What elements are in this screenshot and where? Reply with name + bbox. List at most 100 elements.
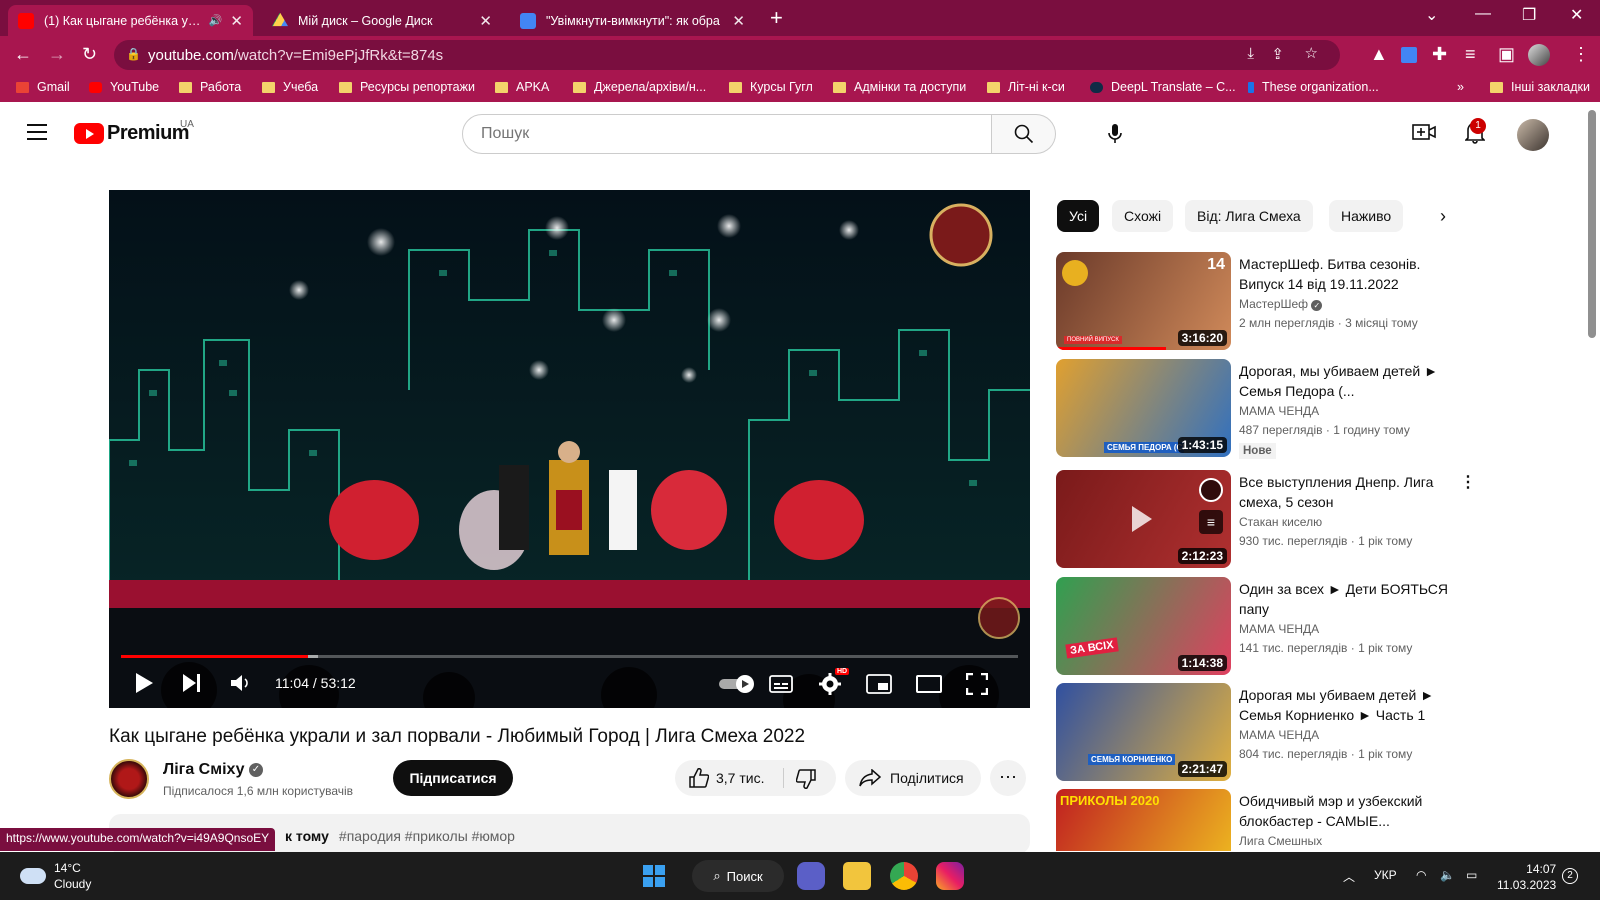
bookmark-folder-work[interactable]: Работа	[179, 80, 241, 94]
recommendation-channel[interactable]: МАМА ЧЕНДА	[1239, 404, 1319, 418]
recommendation-title[interactable]: Дорогая мы убиваем детей ► Семья Корниен…	[1239, 685, 1457, 725]
speaker-icon[interactable]: 🔊	[209, 14, 223, 27]
video-thumbnail[interactable]: СЕМЬЯ ПЕДОРА (СЕМЕНЧЕНК 1:43:15	[1056, 359, 1231, 457]
chevron-right-icon[interactable]: ›	[1440, 206, 1446, 227]
bookmark-deepl[interactable]: DeepL Translate – С...	[1090, 80, 1236, 94]
close-tab-icon[interactable]: ✕	[230, 12, 243, 30]
close-tab-icon[interactable]: ✕	[732, 12, 745, 30]
like-count[interactable]: 3,7 тис.	[716, 770, 764, 786]
more-options-kebab-icon[interactable]: ⋮	[1460, 472, 1476, 492]
like-thumb-icon[interactable]	[689, 768, 709, 788]
bookmark-other[interactable]: Інші закладки	[1490, 80, 1590, 94]
chip-all[interactable]: Усі	[1057, 200, 1100, 232]
recommendation-channel[interactable]: Лига Смешных	[1239, 834, 1322, 848]
recommendation-title[interactable]: Один за всех ► Дети БОЯТЬСЯ папу	[1239, 579, 1457, 619]
bookmark-folder-study[interactable]: Учеба	[262, 80, 318, 94]
taskbar-search[interactable]: ⌕ Поиск	[692, 860, 784, 892]
new-tab-button[interactable]: +	[770, 5, 783, 31]
bookmark-star-icon[interactable]: ☆	[1305, 44, 1318, 62]
youtube-premium-logo[interactable]: Premium UA	[74, 119, 194, 145]
settings-gear-icon[interactable]	[818, 672, 842, 696]
tab-google-drive[interactable]: Мій диск – Google Диск ✕	[262, 5, 502, 36]
wifi-icon[interactable]: ◠	[1416, 868, 1426, 882]
dislike-thumb-icon[interactable]	[796, 769, 816, 789]
close-window-button[interactable]: ✕	[1570, 5, 1583, 25]
bookmark-folder-apka[interactable]: APKA	[495, 80, 549, 94]
video-player[interactable]: 11:04 / 53:12 HD	[109, 190, 1030, 708]
lock-icon[interactable]: 🔒	[126, 47, 141, 61]
add-to-queue-icon[interactable]: ≡	[1199, 510, 1223, 534]
windows-start-icon[interactable]	[640, 862, 668, 890]
minimize-button[interactable]: —	[1475, 5, 1491, 23]
bookmark-folder-sources[interactable]: Джерела/архіви/н...	[573, 80, 706, 94]
tab-search-chevron-icon[interactable]: ⌄	[1425, 5, 1438, 25]
video-thumbnail[interactable]: ПРИКОЛЫ 2020	[1056, 789, 1231, 851]
recommendation-channel[interactable]: Стакан киселю	[1239, 515, 1322, 529]
recommendation-title[interactable]: МастерШеф. Битва сезонів. Випуск 14 від …	[1239, 254, 1457, 294]
play-icon[interactable]	[134, 672, 154, 694]
recommendation-item[interactable]: ЗА ВСІХ 1:14:38 Один за всех ► Дети БОЯТ…	[1056, 577, 1566, 677]
volume-icon[interactable]	[230, 672, 250, 694]
chip-from-channel[interactable]: Від: Лига Смеха	[1185, 200, 1313, 232]
recommendation-channel[interactable]: МАМА ЧЕНДА	[1239, 622, 1319, 636]
bookmarks-overflow-button[interactable]: »	[1457, 80, 1464, 94]
url-bar[interactable]: 🔒 youtube.com/watch?v=Emi9ePjJfRk&t=874s…	[114, 40, 1340, 70]
chrome-menu-icon[interactable]: ⋮	[1572, 44, 1590, 65]
battery-icon[interactable]: ▭	[1466, 868, 1477, 882]
bookmark-folder-admin[interactable]: Адмінки та доступи	[833, 80, 966, 94]
subtitles-icon[interactable]	[769, 675, 793, 693]
video-thumbnail[interactable]: ≡ 2:12:23	[1056, 470, 1231, 568]
system-clock[interactable]: 14:07 11.03.2023	[1497, 861, 1556, 893]
next-video-icon[interactable]	[182, 672, 202, 694]
video-thumbnail[interactable]: СЕМЬЯ КОРНИЕНКО 2:21:47	[1056, 683, 1231, 781]
theater-mode-icon[interactable]	[916, 675, 942, 693]
video-thumbnail[interactable]: ЗА ВСІХ 1:14:38	[1056, 577, 1231, 675]
recommendation-channel[interactable]: МАМА ЧЕНДА	[1239, 728, 1319, 742]
chip-related[interactable]: Схожі	[1112, 200, 1174, 232]
bookmark-folder-summer[interactable]: Літ-ні к-си	[987, 80, 1065, 94]
page-scrollbar[interactable]	[1588, 110, 1596, 338]
video-thumbnail[interactable]: 14 ПОВНИЙ ВИПУСК 3:16:20	[1056, 252, 1231, 350]
file-explorer-icon[interactable]	[843, 862, 871, 890]
speaker-volume-icon[interactable]: 🔈	[1440, 868, 1455, 882]
share-button[interactable]: Поділитися	[845, 760, 981, 796]
notification-count-badge[interactable]: 2	[1562, 868, 1578, 884]
tab-youtube[interactable]: (1) Как цыгане ребёнка укра 🔊 ✕	[8, 5, 253, 36]
miniplayer-icon[interactable]	[866, 674, 892, 694]
recommendation-title[interactable]: Обидчивый мэр и узбекский блокбастер - С…	[1239, 791, 1457, 831]
forward-arrow-icon[interactable]: →	[48, 44, 66, 65]
instagram-icon[interactable]	[936, 862, 964, 890]
recommendation-title[interactable]: Все выступления Днепр. Лига смеха, 5 сез…	[1239, 472, 1457, 512]
menu-icon[interactable]	[27, 124, 47, 140]
install-app-icon[interactable]: ⤓	[1247, 45, 1254, 62]
bookmark-folder-google-courses[interactable]: Курсы Гугл	[729, 80, 813, 94]
recommendation-item[interactable]: ПРИКОЛЫ 2020 Обидчивый мэр и узбекский б…	[1056, 789, 1566, 851]
reading-list-icon[interactable]: ≡	[1465, 44, 1476, 65]
tab-google-docs[interactable]: "Увімкнути-вимкнути": як обра ✕	[510, 5, 755, 36]
description-tags[interactable]: #пародия #приколы #юмор	[339, 828, 515, 844]
bookmark-gmail[interactable]: Gmail	[16, 80, 70, 94]
bookmark-organizations[interactable]: These organization...	[1248, 80, 1379, 94]
side-panel-icon[interactable]: ▣	[1498, 44, 1515, 65]
account-avatar[interactable]	[1517, 119, 1549, 151]
recommendation-item[interactable]: ≡ 2:12:23 Все выступления Днепр. Лига см…	[1056, 470, 1566, 570]
channel-name[interactable]: Ліга Сміху	[163, 761, 245, 779]
close-tab-icon[interactable]: ✕	[479, 12, 492, 30]
tray-chevron-up-icon[interactable]: ︿	[1343, 868, 1355, 885]
autoplay-toggle[interactable]	[719, 674, 755, 694]
search-button[interactable]	[992, 114, 1056, 154]
fullscreen-icon[interactable]	[966, 673, 988, 695]
extension-triangle-icon[interactable]: ▲	[1370, 44, 1388, 65]
input-language[interactable]: УКР	[1374, 868, 1397, 882]
recommendation-item[interactable]: СЕМЬЯ КОРНИЕНКО 2:21:47 Дорогая мы убива…	[1056, 683, 1566, 783]
maximize-button[interactable]: ❐	[1522, 5, 1536, 25]
reload-icon[interactable]: ↻	[82, 44, 97, 65]
channel-avatar[interactable]	[109, 759, 149, 799]
watch-later-clock-icon[interactable]	[1199, 478, 1223, 502]
chip-live[interactable]: Наживо	[1329, 200, 1404, 232]
recommendation-item[interactable]: 14 ПОВНИЙ ВИПУСК 3:16:20 МастерШеф. Битв…	[1056, 252, 1566, 352]
bookmark-youtube[interactable]: YouTube	[89, 80, 159, 94]
bookmark-folder-resources[interactable]: Ресурсы репортажи	[339, 80, 475, 94]
translate-extension-icon[interactable]	[1401, 47, 1417, 63]
meet-camera-icon[interactable]	[797, 862, 825, 890]
